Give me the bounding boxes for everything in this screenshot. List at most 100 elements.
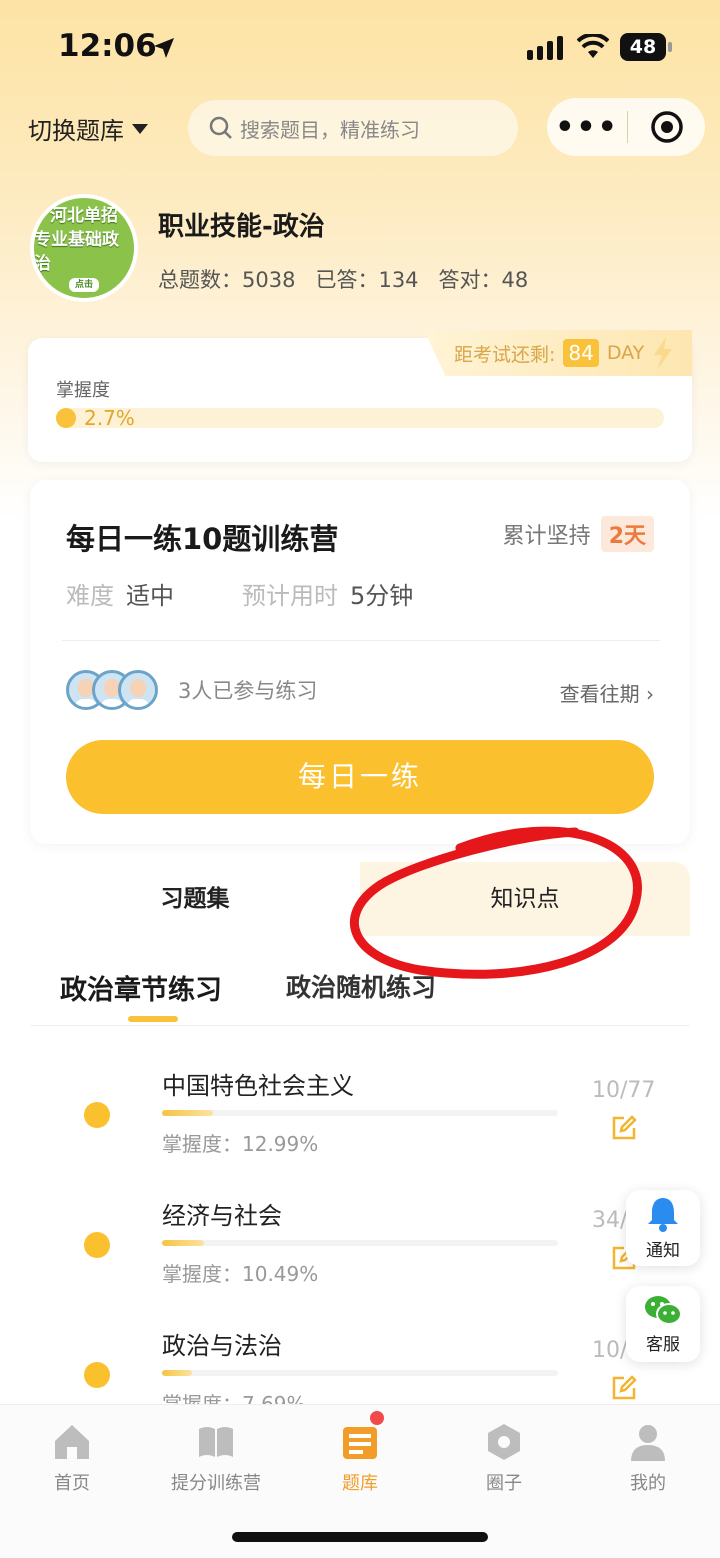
- book-icon: [199, 1427, 233, 1457]
- chapter-row[interactable]: 经济与社会 掌握度：10.49% 34/3: [30, 1196, 690, 1326]
- bank-avatar-line2: 专业基础政治: [34, 230, 119, 274]
- participants-count: 3人已参与练习: [178, 679, 318, 703]
- mastery-progress-dot: [56, 408, 76, 428]
- daily-meta: 难度 适中 预计用时 5分钟: [66, 576, 413, 611]
- customer-service-label: 客服: [646, 1334, 680, 1355]
- stat-total: 总题数：5038: [158, 268, 296, 292]
- hexagon-icon: [488, 1424, 520, 1460]
- chapter-name: 中国特色社会主义: [162, 1072, 354, 1100]
- wifi-icon: [577, 34, 609, 58]
- chapter-progress-bar: [162, 1110, 558, 1116]
- tab-training-camp-label: 提分训练营: [171, 1473, 261, 1494]
- mastery-card: 距考试还剩: 84 DAY 掌握度 2.7%: [28, 330, 692, 462]
- wechat-icon: [645, 1295, 682, 1325]
- history-link[interactable]: 查看往期 ›: [560, 678, 654, 707]
- chapter-row[interactable]: 政治与法治 掌握度：7.69% 10/1: [30, 1326, 690, 1407]
- mastery-progress-bar: 2.7%: [56, 406, 664, 430]
- lightning-icon: [654, 337, 673, 369]
- customer-service-button[interactable]: 客服: [626, 1286, 700, 1362]
- battery-indicator: 48: [620, 33, 672, 61]
- search-input[interactable]: 搜索题目，精准练习: [188, 100, 518, 156]
- tab-home[interactable]: 首页: [0, 1415, 144, 1495]
- streak: 累计坚持 2天: [503, 516, 654, 552]
- daily-practice-card: 每日一练10题训练营 累计坚持 2天 难度 适中 预计用时 5分钟 3人已参与练…: [30, 480, 690, 844]
- daily-title: 每日一练10题训练营: [66, 522, 339, 556]
- difficulty-label: 难度: [66, 582, 114, 610]
- home-indicator: [232, 1532, 488, 1542]
- status-time: 12:06: [58, 28, 157, 64]
- chapter-progress-bar: [162, 1370, 558, 1376]
- chapter-row[interactable]: 中国特色社会主义 掌握度：12.99% 10/77: [30, 1066, 690, 1196]
- history-label: 查看往期: [559, 682, 640, 706]
- notification-button[interactable]: 通知: [626, 1190, 700, 1266]
- chapter-dot: [84, 1362, 110, 1388]
- chevron-right-icon: ›: [646, 682, 654, 706]
- tab-question-bank-label: 题库: [342, 1473, 378, 1494]
- stat-correct: 答对：48: [438, 268, 529, 292]
- difficulty-value: 适中: [126, 582, 174, 610]
- practice-tabs-card: 知识点 习题集 政治章节练习 政治随机练习 中国特色社会主义 掌握度：12.99…: [30, 862, 690, 1407]
- question-bank-icon: [343, 1427, 377, 1459]
- target-close-icon: [650, 111, 683, 143]
- edit-icon[interactable]: [610, 1114, 638, 1142]
- tab-training-camp[interactable]: 提分训练营: [144, 1415, 288, 1495]
- notification-label: 通知: [646, 1240, 680, 1261]
- participant-avatar: [118, 670, 158, 710]
- cellular-signal-icon: [527, 36, 567, 60]
- chapter-name: 政治与法治: [162, 1332, 282, 1360]
- chapter-progress-bar: [162, 1240, 558, 1246]
- subtab-underline: [128, 1016, 178, 1022]
- tab-question-bank[interactable]: 题库: [288, 1411, 432, 1495]
- chapter-mastery: 掌握度：10.49%: [162, 1262, 319, 1286]
- chapter-dot: [84, 1102, 110, 1128]
- streak-label: 累计坚持: [502, 524, 591, 549]
- tab-home-label: 首页: [54, 1473, 90, 1494]
- bank-avatar[interactable]: 河北单招 专业基础政治 点击: [30, 194, 138, 302]
- countdown-unit: DAY: [606, 342, 645, 364]
- caret-down-icon: [132, 123, 148, 134]
- tab-mine[interactable]: 我的: [576, 1415, 720, 1495]
- search-placeholder: 搜索题目，精准练习: [240, 117, 420, 142]
- close-miniapp-button[interactable]: [628, 109, 705, 145]
- chapter-mastery: 掌握度：12.99%: [162, 1132, 319, 1156]
- bank-avatar-small: 点击: [68, 278, 99, 292]
- chapter-dot: [84, 1232, 110, 1258]
- bank-stats: 总题数：5038 已答：134 答对：48: [158, 264, 528, 294]
- subtab-random-practice[interactable]: 政治随机练习: [286, 968, 436, 1004]
- stat-answered: 已答：134: [315, 268, 419, 292]
- mastery-percent: 2.7%: [84, 406, 135, 430]
- segment-tabs: 知识点 习题集: [30, 862, 690, 936]
- user-icon: [631, 1425, 665, 1461]
- more-menu-icon[interactable]: •••: [547, 110, 627, 145]
- miniapp-capsule: •••: [547, 98, 705, 156]
- divider: [62, 640, 660, 641]
- mastery-label: 掌握度: [56, 380, 110, 401]
- switch-bank-button[interactable]: 切换题库: [28, 111, 148, 146]
- countdown-days: 84: [563, 339, 599, 367]
- tab-knowledge-points[interactable]: 知识点: [330, 862, 690, 936]
- chapter-name: 经济与社会: [162, 1202, 282, 1230]
- switch-bank-label: 切换题库: [28, 117, 124, 145]
- edit-icon[interactable]: [610, 1374, 638, 1402]
- bank-title: 职业技能-政治: [158, 212, 325, 242]
- participants: 3人已参与练习: [66, 670, 317, 710]
- tab-mine-label: 我的: [630, 1473, 666, 1494]
- notification-badge: [370, 1411, 384, 1425]
- status-bar: 12:06 48: [0, 0, 720, 96]
- daily-practice-button[interactable]: 每日一练: [66, 740, 654, 814]
- location-arrow-icon: [154, 38, 174, 58]
- exam-countdown: 距考试还剩: 84 DAY: [424, 330, 692, 376]
- chapter-count: 10/77: [592, 1078, 656, 1103]
- tab-circle-label: 圈子: [486, 1473, 522, 1494]
- subtab-chapter-practice[interactable]: 政治章节练习: [60, 968, 222, 1007]
- bank-avatar-line1: 河北单招: [50, 206, 118, 226]
- time-label: 预计用时: [242, 582, 338, 610]
- countdown-label: 距考试还剩:: [454, 343, 556, 366]
- time-value: 5分钟: [350, 582, 414, 610]
- tab-circle[interactable]: 圈子: [432, 1415, 576, 1495]
- search-icon: [209, 116, 232, 139]
- home-icon: [55, 1425, 89, 1459]
- tab-exercise-sets[interactable]: 习题集: [30, 862, 360, 936]
- subtabs: 政治章节练习 政治随机练习: [30, 960, 690, 1026]
- streak-days: 2天: [600, 516, 654, 552]
